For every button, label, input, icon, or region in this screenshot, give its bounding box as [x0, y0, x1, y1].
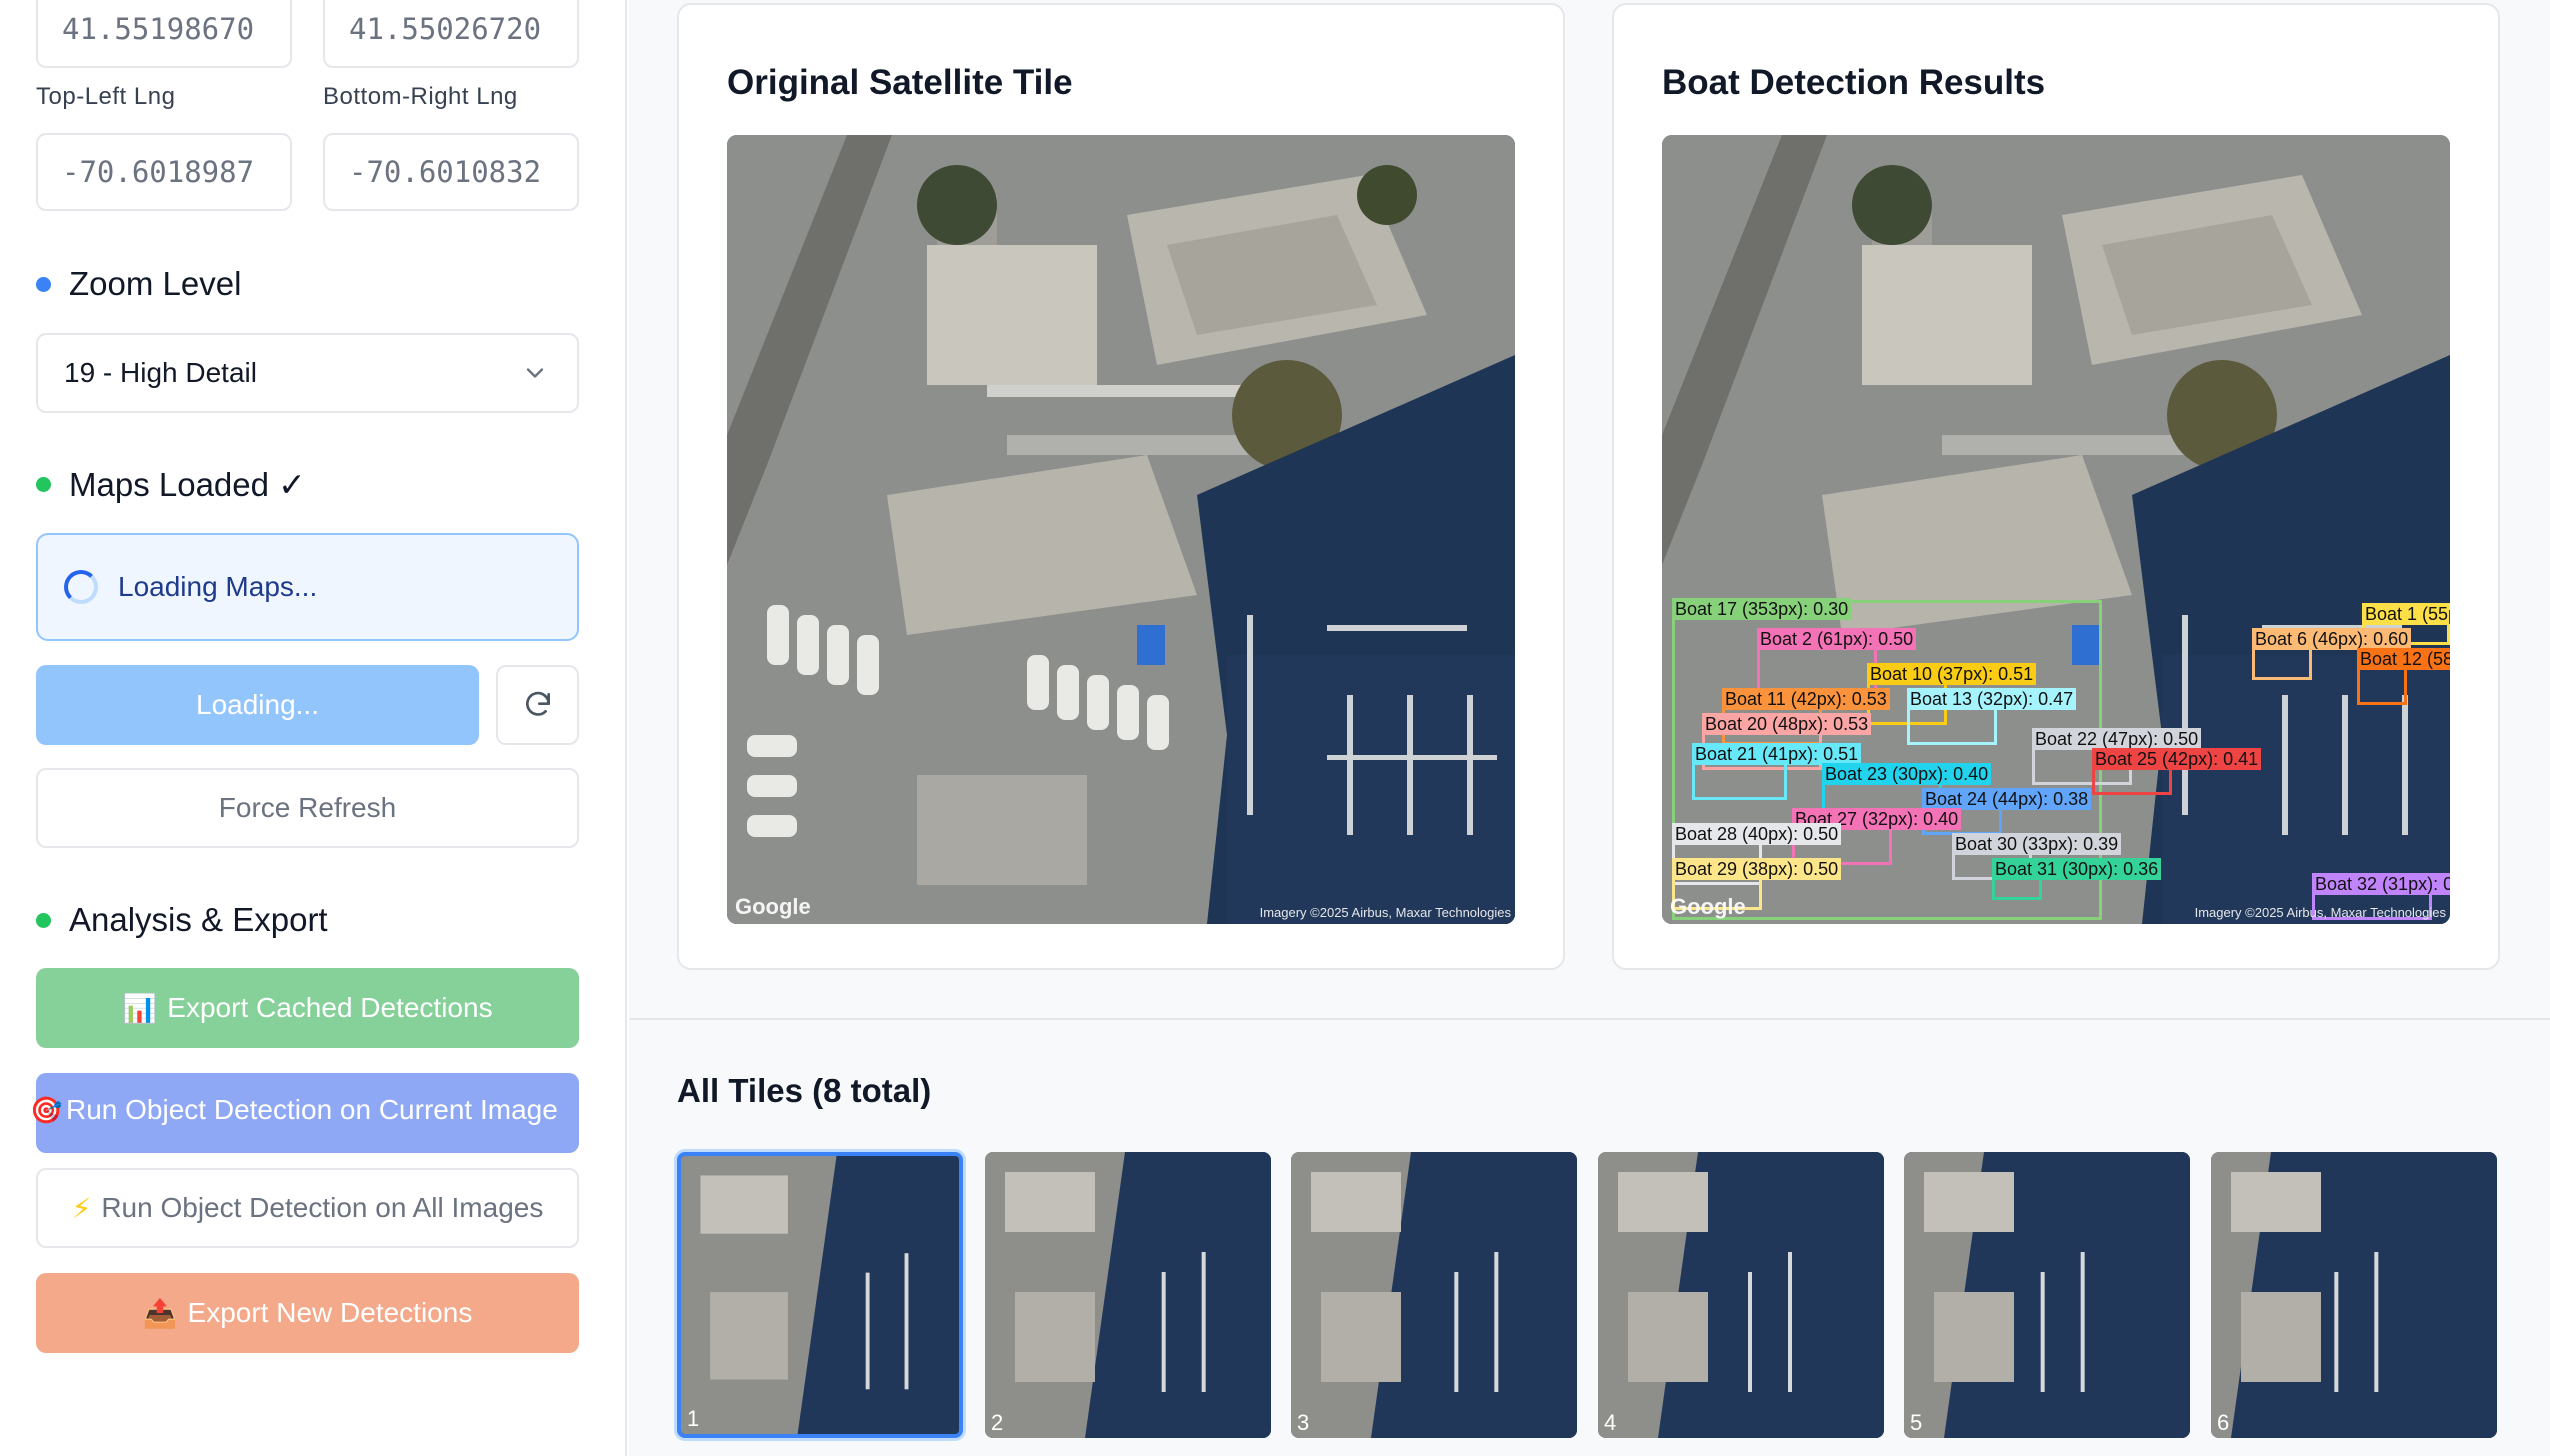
analysis-export-heading-text: Analysis & Export: [69, 901, 328, 938]
analysis-export-heading: Analysis & Export: [36, 901, 328, 939]
top-left-lng-value: -70.6018987: [62, 155, 255, 189]
thumbnail-number: 1: [687, 1406, 700, 1431]
bottom-right-lat-value: 41.55026720: [349, 12, 542, 46]
detection-label: Boat 28 (40px): 0.50: [1672, 823, 1842, 845]
section-divider: [629, 1018, 2550, 1020]
sidebar: 41.55198670 41.55026720 Top-Left Lng Bot…: [0, 0, 627, 1456]
thumbnail-graphic: [1904, 1152, 2190, 1438]
detection-label: Boat 6 (46px): 0.60: [2252, 628, 2412, 650]
detection-results-title: Boat Detection Results: [1662, 63, 2046, 102]
detection-label: Boat 17 (353px): 0.30: [1672, 598, 1852, 620]
thumbnail-graphic: [2211, 1152, 2497, 1438]
zoom-level-heading: Zoom Level: [36, 265, 241, 303]
detection-label: Boat 31 (30px): 0.36: [1992, 858, 2162, 880]
thumbnail-number: 2: [991, 1410, 1004, 1435]
thumbnail-number: 4: [1604, 1410, 1617, 1435]
loading-maps-status: Loading Maps...: [36, 533, 579, 641]
detection-label: Boat 1 (55px): 0.38: [2362, 603, 2450, 625]
google-logo: Google: [735, 894, 811, 919]
detection-label: Boat 2 (61px): 0.50: [1757, 628, 1917, 650]
zoom-level-selected-value: 19 - High Detail: [64, 357, 257, 388]
top-left-lng-label: Top-Left Lng: [36, 83, 176, 110]
run-current-label: Run Object Detection on Current Image: [66, 1094, 558, 1125]
export-new-detections-button[interactable]: 📤 Export New Detections: [36, 1273, 579, 1353]
export-cached-label: Export Cached Detections: [167, 992, 493, 1023]
outbox-icon: 📤: [142, 1297, 178, 1329]
original-tile-title: Original Satellite Tile: [727, 63, 1073, 102]
thumbnail-number: 5: [1910, 1410, 1923, 1435]
run-detection-current-button[interactable]: 🎯 Run Object Detection on Current Image: [30, 1073, 579, 1153]
refresh-icon: [525, 691, 550, 716]
chevron-down-icon: [526, 368, 544, 378]
tile-thumbnail[interactable]: 1: [677, 1152, 963, 1438]
tile-thumbnail[interactable]: 5: [1904, 1152, 2190, 1438]
detection-label: Boat 30 (33px): 0.39: [1952, 833, 2122, 855]
all-tiles-title: All Tiles (8 total): [677, 1072, 932, 1109]
bottom-right-lng-label: Bottom-Right Lng: [323, 83, 518, 110]
bar-chart-icon: 📊: [122, 992, 158, 1024]
detection-label: Boat 32 (31px): 0.35: [2312, 873, 2450, 895]
export-new-label: Export New Detections: [187, 1297, 473, 1328]
detection-label: Boat 22 (47px): 0.50: [2032, 728, 2202, 750]
detection-label: Boat 11 (42px): 0.53: [1722, 688, 1890, 710]
run-all-label: Run Object Detection on All Images: [101, 1192, 544, 1223]
lightning-icon: ⚡: [71, 1192, 92, 1224]
detection-label: Boat 13 (32px): 0.47: [1907, 688, 2077, 710]
spinner-icon: [64, 570, 98, 604]
status-dot-icon: [36, 912, 51, 928]
status-dot-icon: [36, 477, 51, 492]
thumbnail-graphic: [1598, 1152, 1884, 1438]
imagery-attribution: Imagery ©2025 Airbus, Maxar Technologies: [1259, 905, 1511, 920]
detection-results-image[interactable]: Boat 17 (353px): 0.30 Boat 2 (61px): 0.50…: [1662, 135, 2450, 924]
thumbnail-graphic: [985, 1152, 1271, 1438]
maps-loaded-heading: Maps Loaded ✓: [36, 465, 306, 504]
detection-label: Boat 12 (58px): 0.38: [2357, 648, 2450, 670]
bottom-right-lng-value: -70.6010832: [349, 155, 542, 189]
loading-button[interactable]: Loading...: [36, 665, 479, 745]
thumbnail-graphic: [681, 1156, 959, 1434]
detection-label: Boat 25 (42px): 0.41: [2092, 748, 2262, 770]
status-dot-icon: [36, 276, 51, 292]
run-detection-all-button[interactable]: ⚡ Run Object Detection on All Images: [36, 1168, 579, 1248]
bottom-right-lng-input[interactable]: -70.6010832: [323, 133, 579, 211]
detection-label: Boat 24 (44px): 0.38: [1922, 788, 2092, 810]
tile-thumbnail[interactable]: 2: [985, 1152, 1271, 1438]
top-left-lat-value: 41.55198670: [62, 12, 255, 46]
bottom-right-lat-input[interactable]: 41.55026720: [323, 0, 579, 68]
thumbnail-graphic: [1291, 1152, 1577, 1438]
tile-thumbnail[interactable]: 6: [2211, 1152, 2497, 1438]
thumbnail-number: 6: [2217, 1410, 2230, 1435]
main-panel: Original Satellite Tile Google Imagery ©…: [629, 0, 2550, 1456]
zoom-level-heading-text: Zoom Level: [69, 265, 242, 302]
target-icon: 🎯: [30, 1095, 63, 1125]
tile-thumbnail[interactable]: 4: [1598, 1152, 1884, 1438]
detection-label: Boat 21 (41px): 0.51: [1692, 743, 1862, 765]
detection-label: Boat 29 (38px): 0.50: [1672, 858, 1842, 880]
tile-thumbnail[interactable]: 3: [1291, 1152, 1577, 1438]
detection-label: Boat 20 (48px): 0.53: [1702, 713, 1872, 735]
maps-loaded-heading-text: Maps Loaded ✓: [69, 466, 306, 503]
refresh-button[interactable]: [496, 665, 579, 745]
boat-detection-card: Boat Detection Results Boat 17 (353px): …: [1612, 3, 2500, 970]
original-satellite-image[interactable]: Google Imagery ©2025 Airbus, Maxar Techn…: [727, 135, 1515, 924]
thumbnail-number: 3: [1297, 1410, 1310, 1435]
top-left-lat-input[interactable]: 41.55198670: [36, 0, 292, 68]
detection-label: Boat 23 (30px): 0.40: [1822, 763, 1992, 785]
satellite-tile-graphic: [727, 135, 1515, 924]
export-cached-detections-button[interactable]: 📊 Export Cached Detections: [36, 968, 579, 1048]
top-left-lng-input[interactable]: -70.6018987: [36, 133, 292, 211]
zoom-level-select[interactable]: 19 - High Detail: [36, 333, 579, 413]
google-logo: Google: [1670, 894, 1746, 919]
loading-maps-text: Loading Maps...: [118, 571, 318, 602]
detection-label: Boat 10 (37px): 0.51: [1867, 663, 2037, 685]
original-tile-card: Original Satellite Tile Google Imagery ©…: [677, 3, 1565, 970]
imagery-attribution: Imagery ©2025 Airbus, Maxar Technologies: [2194, 905, 2446, 920]
force-refresh-button[interactable]: Force Refresh: [36, 768, 579, 848]
